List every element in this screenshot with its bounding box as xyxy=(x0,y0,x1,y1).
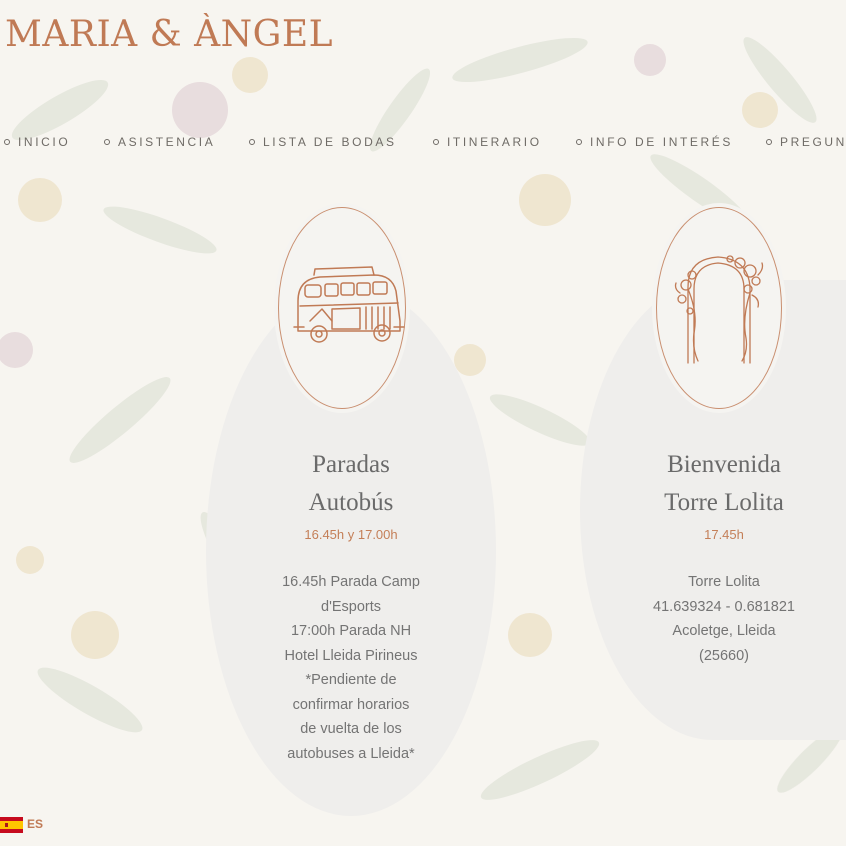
bullet-icon xyxy=(766,138,772,145)
card-description-line: d'Esports xyxy=(321,598,381,615)
card-description-line: autobuses a Lleida* xyxy=(287,745,415,762)
nav-item-label: ITINERARIO xyxy=(447,135,542,149)
card-description-line: confirmar horarios xyxy=(292,696,410,713)
arch-medallion xyxy=(652,203,786,413)
bullet-icon xyxy=(433,138,439,145)
nav-item-label: ASISTENCIA xyxy=(118,135,216,149)
nav-item-asistencia[interactable]: ASISTENCIA xyxy=(104,135,215,149)
card-title-line1: Bienvenida xyxy=(667,451,781,478)
card-description-line: Torre Lolita xyxy=(688,574,760,590)
nav-item-label: INFO DE INTERÉS xyxy=(590,135,734,149)
nav-item-lista-de-bodas[interactable]: LISTA DE BODAS xyxy=(249,135,397,149)
nav-item-info-de-interes[interactable]: INFO DE INTERÉS xyxy=(576,135,733,149)
language-code: ES xyxy=(27,817,44,831)
nav-item-itinerario[interactable]: ITINERARIO xyxy=(433,135,542,149)
card-description-line: 17:00h Parada NH xyxy=(290,623,412,639)
bullet-icon xyxy=(249,138,255,145)
card-title-line2: Autobús xyxy=(308,489,394,516)
floral-arch-icon xyxy=(674,255,764,364)
card-description-line: Hotel Lleida Pirineus xyxy=(284,647,418,664)
card-description: Torre Lolita 41.639324 - 0.681821 Acolet… xyxy=(604,570,844,668)
main-navigation: INICIO ASISTENCIA LISTA DE BODAS ITINERA… xyxy=(0,135,846,155)
card-description-line: *Pendiente de xyxy=(305,672,397,688)
card-title: Paradas Autobús xyxy=(206,446,496,522)
nav-item-inicio[interactable]: INICIO xyxy=(4,135,70,149)
nav-item-label: LISTA DE BODAS xyxy=(263,135,397,149)
card-description-line: Acoletge, Lleida xyxy=(672,623,776,639)
card-description-line: (25660) xyxy=(699,647,749,664)
card-time: 16.45h y 17.00h xyxy=(304,527,398,542)
card-time: 17.45h xyxy=(704,527,744,542)
spain-flag-icon xyxy=(0,817,23,833)
card-title-line2: Torre Lolita xyxy=(664,489,784,516)
card-description-line: de vuelta de los xyxy=(300,721,402,737)
nav-item-label: PREGUNTAS xyxy=(780,135,846,149)
card-title: Bienvenida Torre Lolita xyxy=(604,446,844,522)
nav-item-preguntas[interactable]: PREGUNTAS xyxy=(766,135,846,149)
card-title-line1: Paradas xyxy=(312,451,390,478)
bullet-icon xyxy=(104,138,110,145)
bus-medallion xyxy=(274,203,410,413)
nav-item-label: INICIO xyxy=(18,135,71,149)
bullet-icon xyxy=(4,138,10,145)
site-title[interactable]: MARIA & ÀNGEL xyxy=(5,14,333,55)
card-description-line: 16.45h Parada Camp xyxy=(282,574,420,590)
card-description-line: 41.639324 - 0.681821 xyxy=(653,598,795,615)
card-description: 16.45h Parada Camp d'Esports 17:00h Para… xyxy=(206,570,496,766)
bus-icon xyxy=(293,266,405,343)
bullet-icon xyxy=(576,138,582,145)
